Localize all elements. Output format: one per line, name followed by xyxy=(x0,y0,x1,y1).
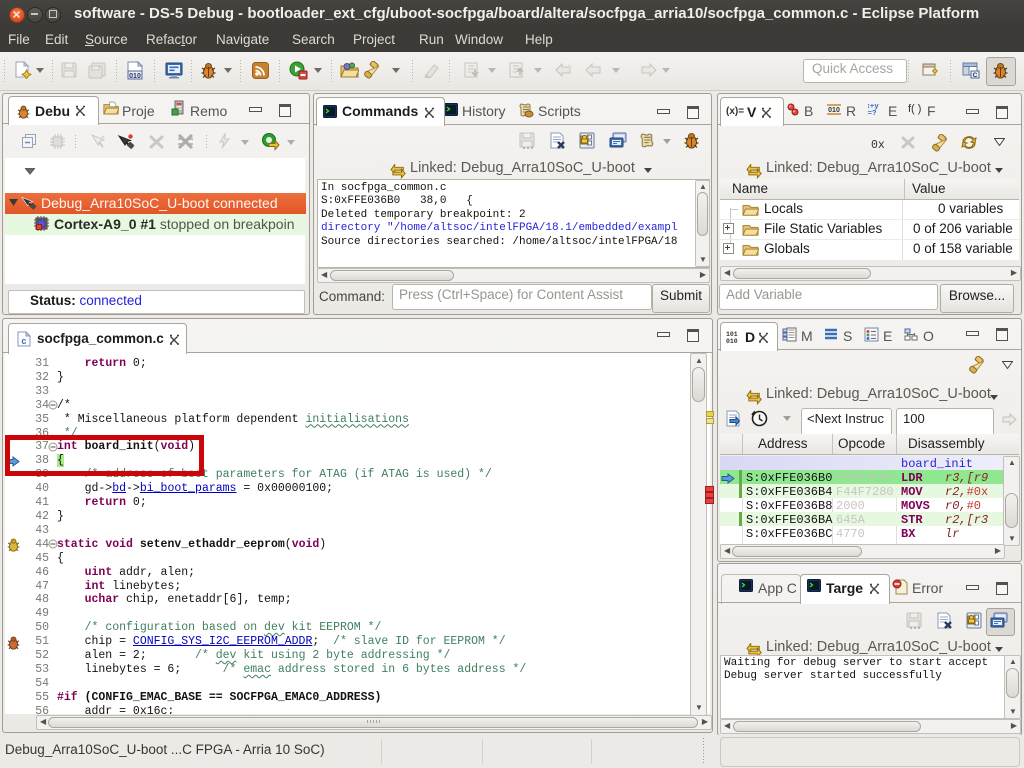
svg-text:c: c xyxy=(21,337,26,347)
svg-text:010: 010 xyxy=(828,107,840,114)
svg-text:010: 010 xyxy=(726,338,738,344)
svg-text:010: 010 xyxy=(129,73,141,80)
svg-text:=?: =? xyxy=(868,110,877,117)
svg-text:C: C xyxy=(973,72,978,79)
svg-text:101: 101 xyxy=(726,331,738,338)
